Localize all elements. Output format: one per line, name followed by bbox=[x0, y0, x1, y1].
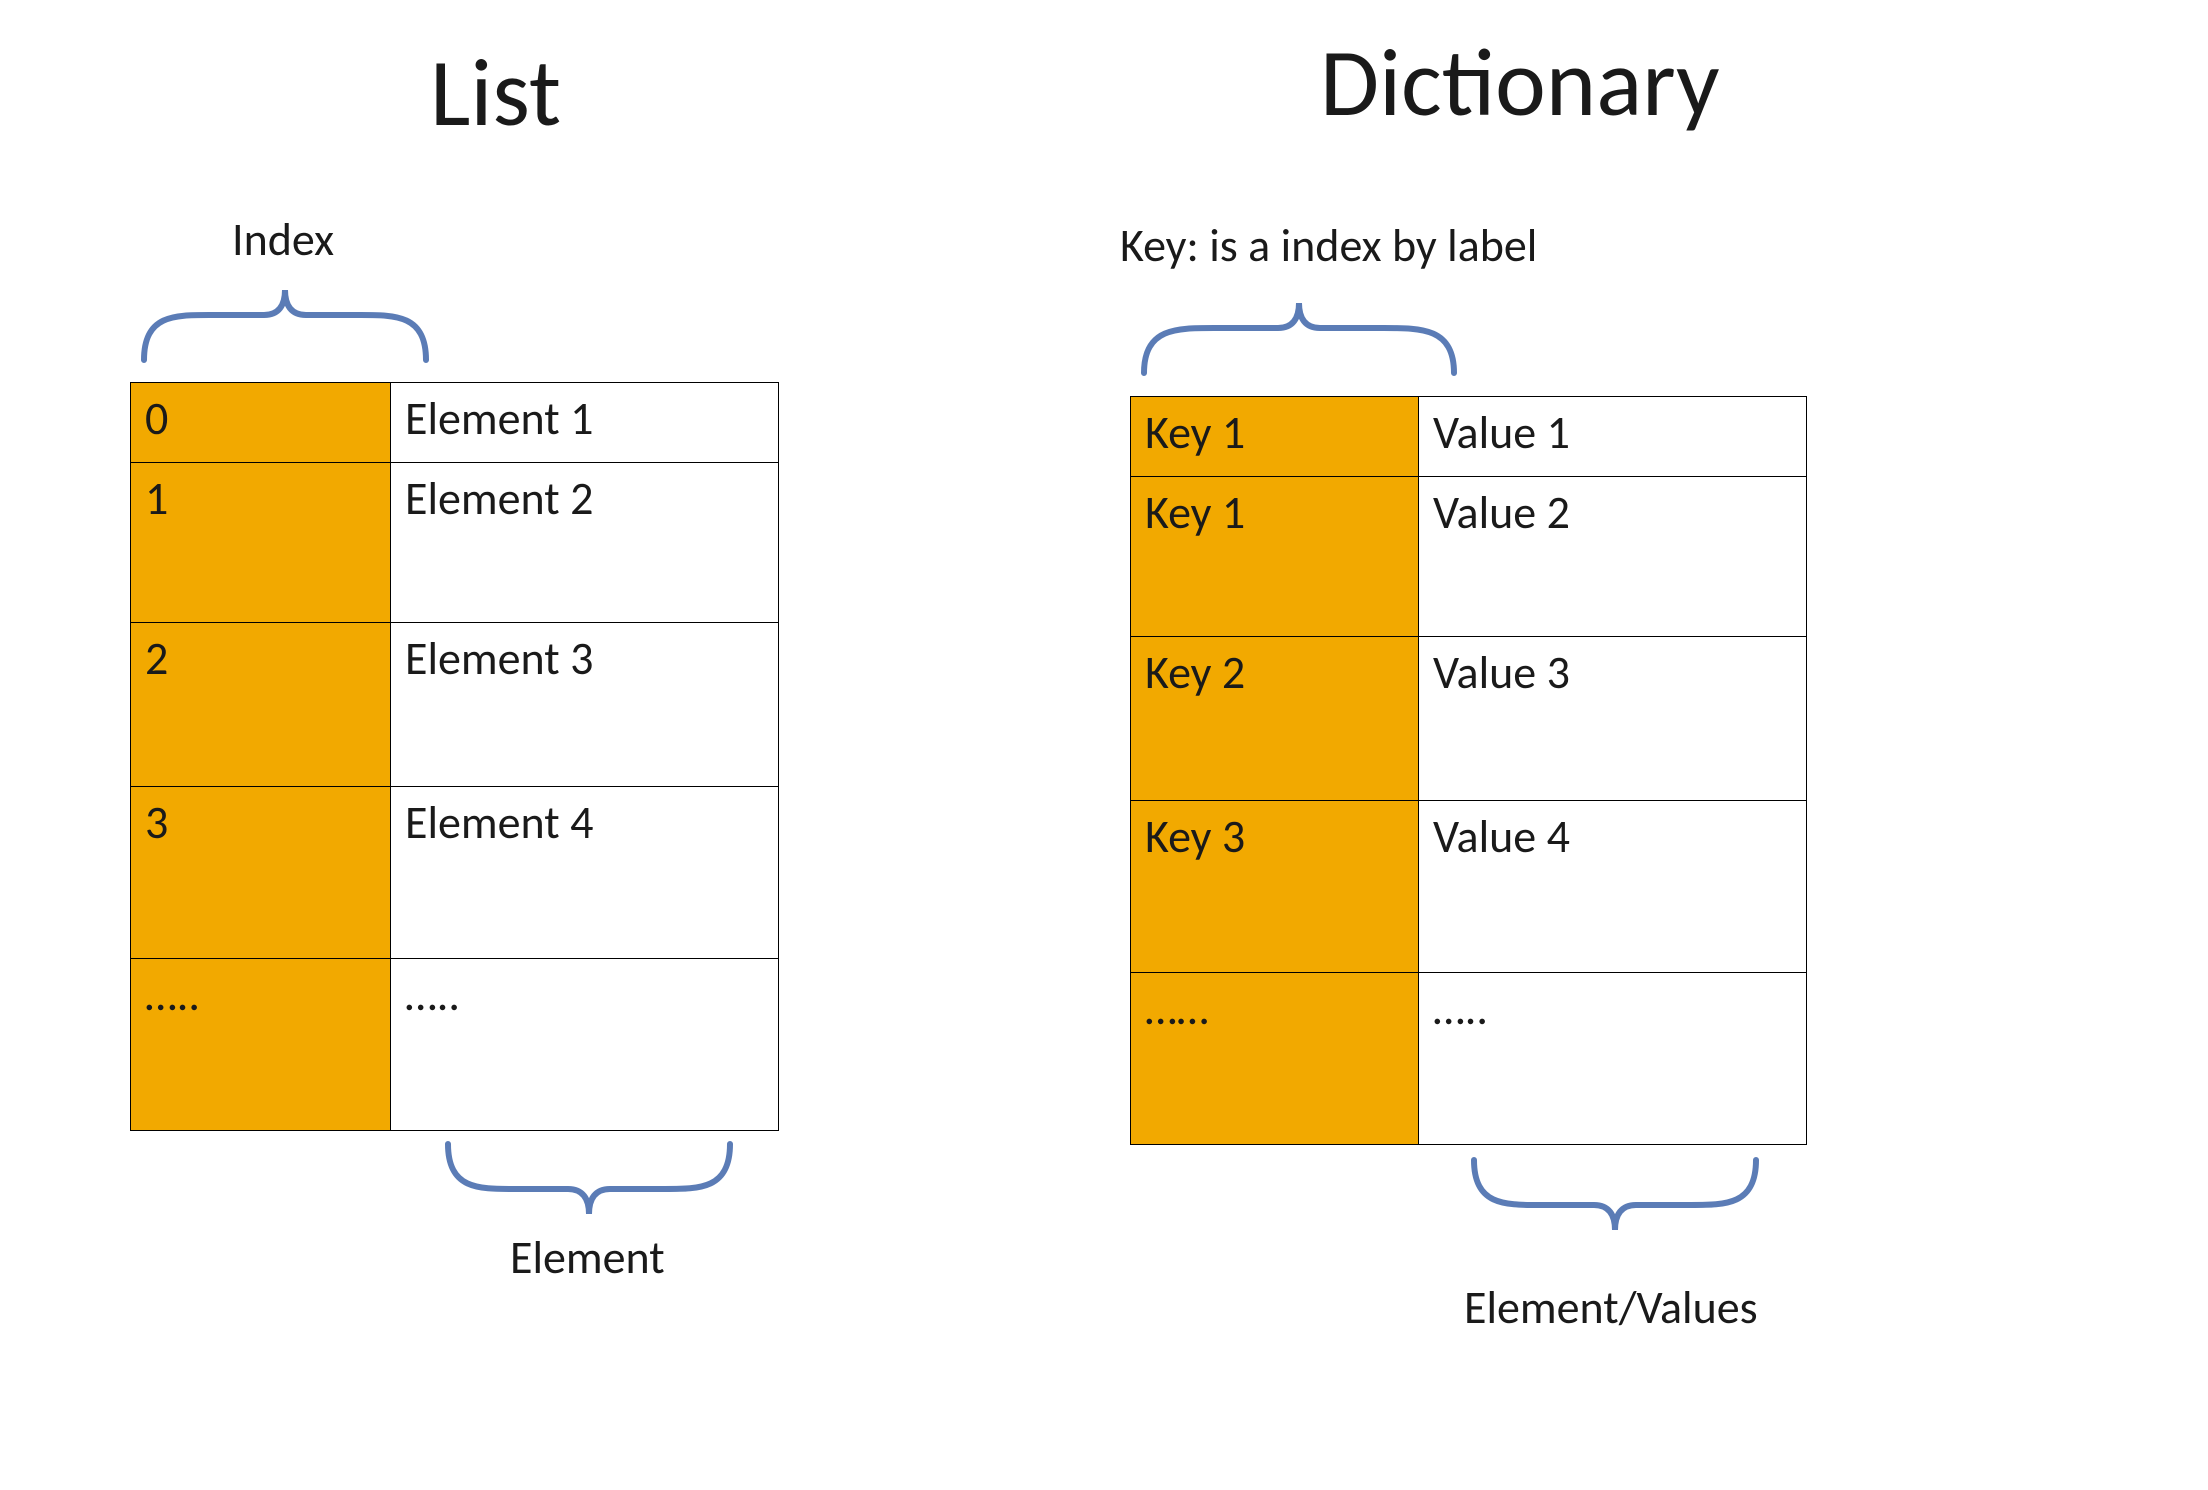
table-row: 2 Element 3 bbox=[131, 623, 779, 787]
list-index-cell: 2 bbox=[131, 623, 391, 787]
list-title: List bbox=[430, 34, 561, 151]
dict-key-cell: Key 2 bbox=[1131, 637, 1419, 801]
diagram-canvas: List Index 0 Element 1 1 Element 2 2 Ele… bbox=[0, 0, 2208, 1490]
list-value-cell: ….. bbox=[391, 959, 779, 1131]
table-row: ….. ….. bbox=[131, 959, 779, 1131]
table-row: Key 1 Value 1 bbox=[1131, 397, 1807, 477]
dictionary-title: Dictionary bbox=[1320, 24, 1720, 141]
list-index-label: Index bbox=[232, 212, 334, 268]
dict-value-cell: Value 3 bbox=[1419, 637, 1807, 801]
list-index-cell: 0 bbox=[131, 383, 391, 463]
brace-dict-top bbox=[1134, 293, 1464, 383]
brace-list-top bbox=[134, 280, 436, 370]
list-value-cell: Element 3 bbox=[391, 623, 779, 787]
table-row: Key 1 Value 2 bbox=[1131, 477, 1807, 637]
table-row: Key 3 Value 4 bbox=[1131, 801, 1807, 973]
dictionary-table: Key 1 Value 1 Key 1 Value 2 Key 2 Value … bbox=[1130, 396, 1807, 1145]
table-row: …… ….. bbox=[1131, 973, 1807, 1145]
dict-key-cell: Key 1 bbox=[1131, 477, 1419, 637]
list-table: 0 Element 1 1 Element 2 2 Element 3 3 El… bbox=[130, 382, 779, 1131]
dictionary-key-label: Key: is a index by label bbox=[1120, 218, 1537, 274]
list-index-cell: 3 bbox=[131, 787, 391, 959]
list-element-label: Element bbox=[510, 1230, 665, 1286]
list-value-cell: Element 2 bbox=[391, 463, 779, 623]
dict-value-cell: Value 1 bbox=[1419, 397, 1807, 477]
dict-key-cell: Key 1 bbox=[1131, 397, 1419, 477]
dict-value-cell: ….. bbox=[1419, 973, 1807, 1145]
table-row: Key 2 Value 3 bbox=[1131, 637, 1807, 801]
list-value-cell: Element 1 bbox=[391, 383, 779, 463]
list-index-cell: ….. bbox=[131, 959, 391, 1131]
table-row: 0 Element 1 bbox=[131, 383, 779, 463]
dict-key-cell: Key 3 bbox=[1131, 801, 1419, 973]
brace-list-bottom bbox=[438, 1134, 740, 1224]
table-row: 1 Element 2 bbox=[131, 463, 779, 623]
dict-key-cell: …… bbox=[1131, 973, 1419, 1145]
list-value-cell: Element 4 bbox=[391, 787, 779, 959]
dict-value-cell: Value 4 bbox=[1419, 801, 1807, 973]
dictionary-values-label: Element/Values bbox=[1464, 1280, 1758, 1336]
list-index-cell: 1 bbox=[131, 463, 391, 623]
brace-dict-bottom bbox=[1464, 1150, 1766, 1240]
table-row: 3 Element 4 bbox=[131, 787, 779, 959]
dict-value-cell: Value 2 bbox=[1419, 477, 1807, 637]
